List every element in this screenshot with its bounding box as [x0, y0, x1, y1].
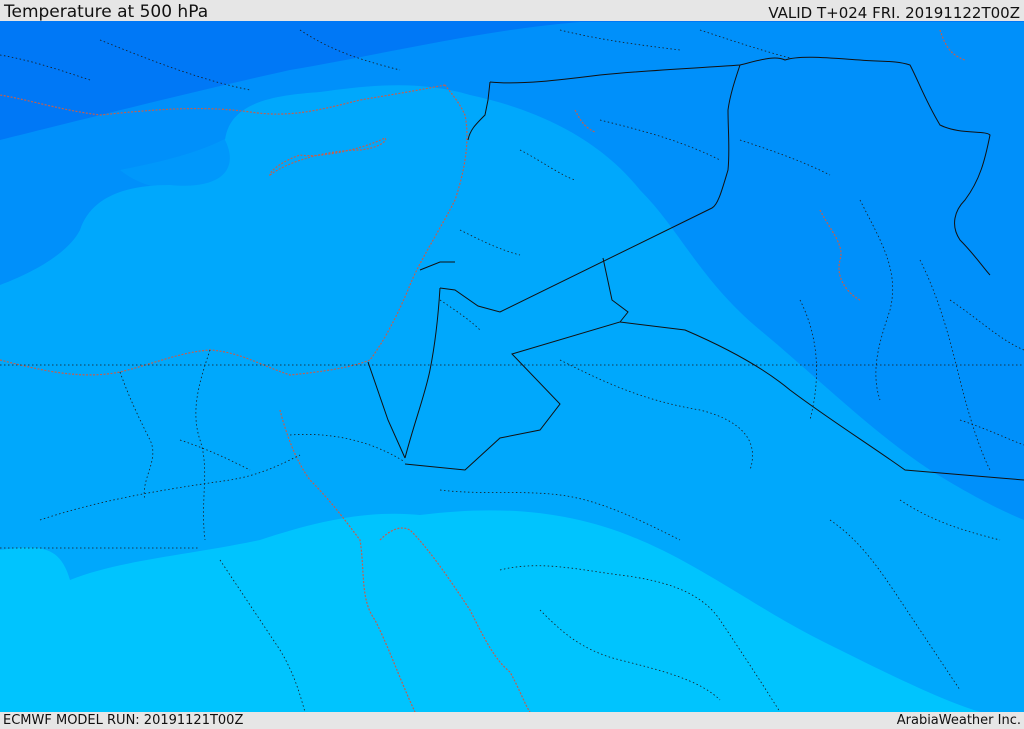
footer-bar: ECMWF MODEL RUN: 20191121T00Z ArabiaWeat…: [0, 712, 1024, 729]
temperature-map: [0, 21, 1024, 712]
header-bar: Temperature at 500 hPa VALID T+024 FRI. …: [0, 0, 1024, 22]
model-run-label: ECMWF MODEL RUN: 20191121T00Z: [3, 713, 244, 728]
map-title: Temperature at 500 hPa: [4, 2, 209, 22]
credit-label: ArabiaWeather Inc.: [896, 713, 1021, 728]
valid-time: VALID T+024 FRI. 20191122T00Z: [768, 4, 1020, 22]
